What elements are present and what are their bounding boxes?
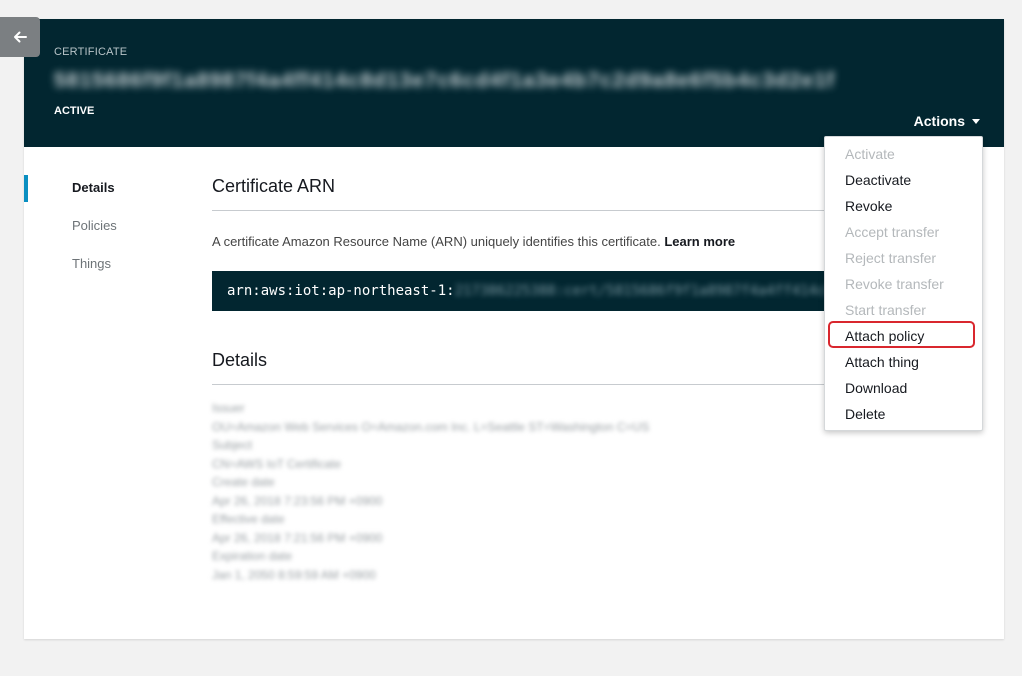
menu-item-revoke-transfer: Revoke transfer: [845, 276, 944, 292]
status-badge: ACTIVE: [54, 105, 95, 117]
arn-redacted: 217386225388:cert/5815686f9f1a8987f4a4ff…: [454, 283, 843, 299]
arn-value-box: arn:aws:iot:ap-northeast-1:217386225388:…: [212, 271, 852, 311]
nav-item-things[interactable]: Things: [24, 250, 184, 288]
side-nav: Details Policies Things: [24, 174, 184, 288]
menu-item-accept-transfer: Accept transfer: [845, 224, 940, 240]
detail-line: Effective date: [212, 512, 285, 526]
detail-line: OU=Amazon Web Services O=Amazon.com Inc.…: [212, 419, 650, 434]
detail-line: Subject: [212, 438, 253, 452]
menu-item-delete[interactable]: Delete: [825, 401, 982, 427]
arn-description-text: A certificate Amazon Resource Name (ARN)…: [212, 234, 661, 249]
arn-prefix: arn:aws:iot:ap-northeast-1:: [227, 283, 455, 299]
details-divider: [212, 384, 852, 385]
detail-line: Apr 26, 2018 7:23:56 PM +0900: [212, 493, 383, 508]
arrow-left-icon: [14, 31, 27, 43]
actions-dropdown-menu: Activate Deactivate Revoke Accept transf…: [824, 136, 983, 431]
header-label: CERTIFICATE: [54, 46, 128, 58]
learn-more-link[interactable]: Learn more: [664, 234, 735, 249]
back-button[interactable]: [0, 17, 40, 57]
details-section-title: Details: [212, 350, 268, 370]
detail-line: CN=AWS IoT Certificate: [212, 456, 342, 471]
detail-line: Apr 26, 2018 7:21:56 PM +0900: [212, 530, 383, 545]
details-list: Issuer OU=Amazon Web Services O=Amazon.c…: [212, 399, 649, 584]
menu-item-activate: Activate: [845, 146, 895, 162]
menu-item-start-transfer: Start transfer: [845, 302, 926, 318]
menu-item-deactivate[interactable]: Deactivate: [825, 167, 982, 193]
caret-down-icon: [972, 119, 980, 124]
detail-line: Expiration date: [212, 549, 293, 563]
menu-item-revoke[interactable]: Revoke: [825, 193, 982, 219]
nav-item-details[interactable]: Details: [24, 174, 184, 212]
menu-item-reject-transfer: Reject transfer: [845, 250, 937, 266]
detail-line: Issuer: [212, 401, 245, 415]
actions-button[interactable]: Actions: [914, 113, 980, 129]
nav-item-policies[interactable]: Policies: [24, 212, 184, 250]
menu-item-download[interactable]: Download: [825, 375, 982, 401]
detail-line: Jan 1, 2050 8:59:59 AM +0900: [212, 567, 376, 582]
arn-section-title: Certificate ARN: [212, 176, 336, 196]
menu-item-attach-thing[interactable]: Attach thing: [825, 349, 982, 375]
attach-policy-highlight: [828, 321, 975, 348]
certificate-id-title: 5815686f9f1a8987f4a4ff414c8d13e7c6cd4f1a…: [54, 69, 835, 92]
arn-description: A certificate Amazon Resource Name (ARN)…: [212, 234, 735, 249]
actions-label: Actions: [913, 113, 965, 129]
arn-divider: [212, 210, 852, 211]
certificate-header: CERTIFICATE 5815686f9f1a8987f4a4ff414c8d…: [24, 19, 1004, 147]
detail-line: Create date: [212, 475, 275, 489]
